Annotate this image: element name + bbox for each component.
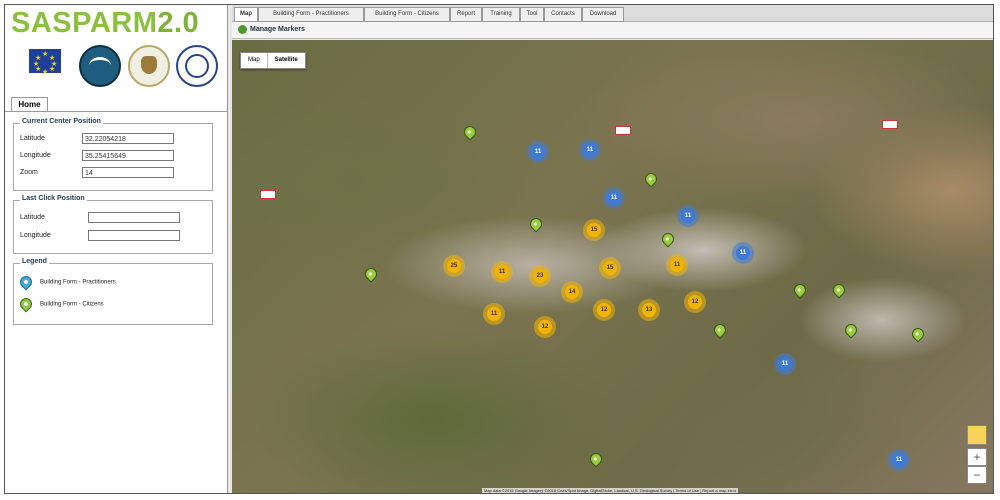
- top-navigation: Map Building Form - Practitioners Buildi…: [232, 5, 993, 22]
- green-map-pin[interactable]: [842, 321, 860, 339]
- green-map-pin[interactable]: [642, 170, 660, 188]
- road-shield: [615, 126, 631, 135]
- tab-download[interactable]: Download: [582, 7, 624, 22]
- blue-pin-icon: [17, 273, 35, 291]
- green-map-pin[interactable]: [791, 281, 809, 299]
- center-latitude-field[interactable]: 32.22054218: [82, 133, 174, 144]
- app-title: SASPARM2.0: [11, 7, 200, 39]
- current-center-panel: Current Center Position Latitude 32.2205…: [13, 118, 213, 191]
- cluster-yellow[interactable]: 15: [583, 219, 605, 241]
- click-latitude-field[interactable]: [88, 212, 180, 223]
- tab-tool[interactable]: Tool: [520, 7, 544, 22]
- green-map-pin[interactable]: [362, 265, 380, 283]
- cluster-yellow[interactable]: 12: [684, 291, 706, 313]
- manage-markers-button[interactable]: Manage Markers: [250, 26, 305, 33]
- click-latitude-label: Latitude: [20, 214, 45, 221]
- street-view-pegman-icon[interactable]: [967, 425, 987, 445]
- green-map-pin[interactable]: [461, 123, 479, 141]
- eagle-seal-logo: [128, 45, 170, 87]
- cluster-yellow[interactable]: 14: [561, 281, 583, 303]
- cluster-blue[interactable]: 11: [888, 449, 910, 471]
- app-frame: SASPARM2.0 ★ ★ ★ ★ ★ ★ ★ ★ Home Current …: [4, 4, 994, 494]
- cluster-yellow[interactable]: 11: [666, 254, 688, 276]
- cluster-yellow[interactable]: 11: [491, 261, 513, 283]
- tab-building-form-citizens[interactable]: Building Form - Citizens: [364, 7, 450, 22]
- marker-icon: [238, 25, 247, 34]
- cluster-blue[interactable]: 11: [774, 353, 796, 375]
- zoom-in-button[interactable]: +: [967, 448, 987, 466]
- cluster-blue[interactable]: 11: [677, 205, 699, 227]
- tab-contacts[interactable]: Contacts: [544, 7, 582, 22]
- last-click-panel: Last Click Position Latitude Longitude: [13, 195, 213, 254]
- legend-label-practitioners: Building Form - Practitioners: [40, 279, 116, 286]
- road-shield: [882, 120, 898, 129]
- zoom-out-button[interactable]: −: [967, 466, 987, 484]
- current-center-legend: Current Center Position: [20, 118, 103, 125]
- tab-map[interactable]: Map: [234, 7, 258, 22]
- zoom-field[interactable]: 14: [82, 167, 174, 178]
- green-map-pin[interactable]: [711, 321, 729, 339]
- tab-home[interactable]: Home: [11, 97, 48, 112]
- legend-label-citizens: Building Form - Citizens: [40, 301, 104, 308]
- cluster-yellow[interactable]: 11: [483, 303, 505, 325]
- road-shield: [260, 190, 276, 199]
- tab-training[interactable]: Training: [482, 7, 520, 22]
- tab-divider: [5, 111, 227, 112]
- satellite-map[interactable]: Map Satellite 25 11 23 15 15 14 12 13 12 …: [232, 40, 993, 493]
- map-type-map-button[interactable]: Map: [241, 53, 267, 68]
- map-type-satellite-button[interactable]: Satellite: [266, 53, 305, 68]
- map-type-control: Map Satellite: [240, 52, 306, 69]
- green-map-pin[interactable]: [659, 230, 677, 248]
- legend-panel: Legend Building Form - Practitioners Bui…: [13, 258, 213, 325]
- legend-item-practitioners: Building Form - Practitioners: [17, 273, 116, 291]
- cluster-yellow[interactable]: 23: [529, 265, 551, 287]
- eu-flag-logo: ★ ★ ★ ★ ★ ★ ★ ★: [29, 49, 61, 76]
- tab-report[interactable]: Report: [450, 7, 482, 22]
- click-longitude-label: Longitude: [20, 232, 51, 239]
- cluster-blue[interactable]: 11: [579, 139, 601, 161]
- map-toolbar: Manage Markers: [232, 22, 993, 39]
- center-longitude-field[interactable]: 35.25415649: [82, 150, 174, 161]
- green-map-pin[interactable]: [587, 450, 605, 468]
- cluster-yellow[interactable]: 12: [534, 316, 556, 338]
- legend-title: Legend: [20, 258, 49, 265]
- tab-building-form-practitioners[interactable]: Building Form - Practitioners: [258, 7, 364, 22]
- cluster-blue[interactable]: 11: [603, 187, 625, 209]
- green-map-pin[interactable]: [909, 325, 927, 343]
- left-sidebar: SASPARM2.0 ★ ★ ★ ★ ★ ★ ★ ★ Home Current …: [5, 5, 228, 493]
- cluster-yellow[interactable]: 15: [599, 257, 621, 279]
- cluster-yellow[interactable]: 25: [443, 255, 465, 277]
- last-click-legend: Last Click Position: [20, 195, 87, 202]
- green-map-pin[interactable]: [527, 215, 545, 233]
- green-pin-icon: [17, 295, 35, 313]
- cluster-blue[interactable]: 11: [527, 141, 549, 163]
- zoom-label: Zoom: [20, 169, 38, 176]
- center-longitude-label: Longitude: [20, 152, 51, 159]
- cluster-blue[interactable]: 11: [732, 242, 754, 264]
- green-map-pin[interactable]: [830, 281, 848, 299]
- blue-seal-logo: [176, 45, 218, 87]
- partner-logos: ★ ★ ★ ★ ★ ★ ★ ★: [29, 45, 219, 89]
- cluster-yellow[interactable]: 12: [593, 299, 615, 321]
- map-attribution: Map data ©2015 Google Imagery ©2015 Cnes…: [482, 488, 739, 493]
- wave-logo: [79, 45, 121, 87]
- legend-item-citizens: Building Form - Citizens: [17, 295, 104, 313]
- cluster-yellow[interactable]: 13: [638, 299, 660, 321]
- click-longitude-field[interactable]: [88, 230, 180, 241]
- center-latitude-label: Latitude: [20, 135, 45, 142]
